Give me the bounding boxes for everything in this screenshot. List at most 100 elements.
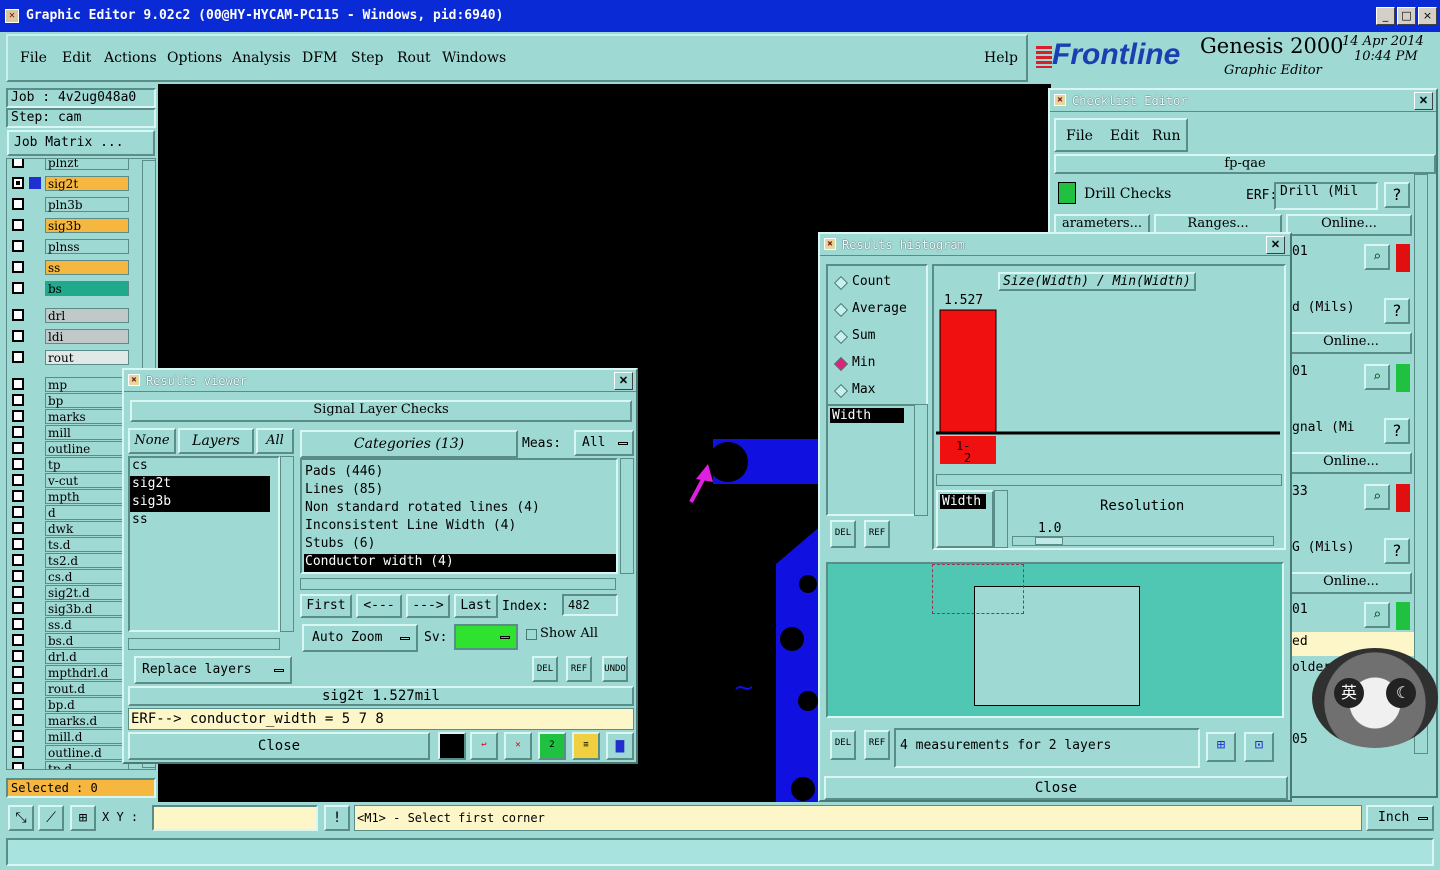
layer-checkbox[interactable] [12, 394, 24, 406]
layer-row-plnss[interactable]: plnss [9, 239, 129, 254]
online-button[interactable]: Online... [1290, 332, 1412, 354]
layer-checkbox[interactable] [12, 618, 24, 630]
layer-checkbox[interactable] [12, 730, 24, 742]
meas-dropdown[interactable]: All [574, 430, 634, 456]
help-icon[interactable]: ? [1384, 538, 1410, 564]
exit-icon[interactable]: ↩ [470, 732, 498, 760]
help-icon[interactable]: ? [1384, 418, 1410, 444]
all-button[interactable]: All [256, 428, 294, 454]
category-list-item[interactable]: Pads (446) [304, 464, 616, 482]
resolution-slider-thumb[interactable] [1035, 537, 1063, 545]
layer-row-tp[interactable]: tp [9, 457, 129, 472]
layer-row-bs.d[interactable]: bs.d [9, 633, 129, 648]
close-window-button[interactable]: × [1418, 7, 1437, 25]
replace-layers-dropdown[interactable]: Replace layers [134, 656, 292, 684]
menu-windows[interactable]: Windows [442, 50, 506, 66]
layer-checkbox[interactable] [12, 746, 24, 758]
layer-checkbox[interactable] [12, 554, 24, 566]
layer-row-ts.d[interactable]: ts.d [9, 537, 129, 552]
layer-row-bs[interactable]: bs [9, 281, 129, 296]
layer-row-marks[interactable]: marks [9, 409, 129, 424]
stat-radio-sum[interactable]: Sum [833, 328, 924, 346]
first-button[interactable]: First [300, 594, 352, 618]
category-list-item[interactable]: Lines (85) [304, 482, 616, 500]
layer-list-item[interactable]: sig3b [130, 494, 270, 512]
job-matrix-button[interactable]: Job Matrix ... [7, 130, 155, 156]
grid-icon[interactable]: ⊞ [70, 805, 96, 831]
layer-checkbox[interactable] [12, 378, 24, 390]
width-list-item[interactable]: Width [830, 408, 904, 423]
highlight-icon[interactable] [438, 732, 466, 760]
resolution-slider[interactable] [1012, 536, 1274, 546]
measure-scrollbar[interactable] [914, 404, 928, 516]
zoom-dropdown[interactable]: Auto Zoom [302, 624, 418, 652]
del-icon[interactable]: DEL [532, 656, 558, 682]
measure-icon[interactable]: ⟋ [38, 805, 64, 831]
categories-listbox[interactable]: Pads (446) Lines (85) Non standard rotated… [300, 458, 618, 574]
zoom-icon[interactable]: ⌕ [1364, 602, 1390, 628]
layer-row-rout.d[interactable]: rout.d [9, 681, 129, 696]
stat-radio-count[interactable]: Count [833, 274, 924, 292]
zoom-icon[interactable]: ⌕ [1364, 484, 1390, 510]
layer-row-tp.d[interactable]: tp.d [9, 761, 129, 769]
layer-checkbox[interactable] [12, 198, 24, 210]
alert-icon[interactable]: ! [324, 805, 350, 831]
layer-checkbox[interactable] [12, 602, 24, 614]
zoom-icon[interactable]: ⌕ [1364, 244, 1390, 270]
histogram-close-button[interactable]: Close [824, 776, 1288, 800]
layer-row-sig3b[interactable]: sig3b [9, 218, 129, 233]
checklist-menu-file[interactable]: File [1066, 128, 1093, 144]
histogram-bar[interactable] [939, 309, 997, 433]
layer-list-item[interactable]: ss [130, 512, 270, 530]
layer-row-mp[interactable]: mp [9, 377, 129, 392]
layer-row-mill.d[interactable]: mill.d [9, 729, 129, 744]
layers-listbox[interactable]: cs sig2t sig3b ss [128, 456, 280, 632]
width-scrollbar[interactable] [994, 490, 1008, 548]
layer-list-item[interactable]: cs [130, 458, 270, 476]
layer-checkbox[interactable] [12, 570, 24, 582]
maximize-button[interactable]: □ [1397, 7, 1416, 25]
prev-button[interactable]: <--- [356, 594, 402, 618]
layer-row-d[interactable]: d [9, 505, 129, 520]
layer-row-ss[interactable]: ss [9, 260, 129, 275]
layer-checkbox[interactable] [12, 159, 24, 168]
minimize-button[interactable]: _ [1376, 7, 1395, 25]
layer-checkbox[interactable] [12, 240, 24, 252]
report-icon[interactable]: ≡ [572, 732, 600, 760]
undo-icon[interactable]: UNDO [602, 656, 628, 682]
layer-checkbox[interactable] [12, 634, 24, 646]
menu-help[interactable]: Help [984, 50, 1018, 66]
moon-icon[interactable]: ☾ [1386, 678, 1416, 708]
help-icon[interactable]: ? [1384, 182, 1410, 208]
menu-step[interactable]: Step [351, 50, 383, 66]
layer-row-ts2.d[interactable]: ts2.d [9, 553, 129, 568]
layer-checkbox[interactable] [12, 261, 24, 273]
layer-checkbox[interactable] [12, 426, 24, 438]
layer-row-sig2t[interactable]: sig2t [9, 176, 129, 191]
measure-listbox[interactable]: Width [826, 404, 916, 516]
category-list-item[interactable]: Inconsistent Line Width (4) [304, 518, 616, 536]
layer-row-drl.d[interactable]: drl.d [9, 649, 129, 664]
layer-checkbox[interactable] [12, 351, 24, 363]
layer-checkbox[interactable] [12, 309, 24, 321]
layer-row-ss.d[interactable]: ss.d [9, 617, 129, 632]
category-list-item[interactable]: Stubs (6) [304, 536, 616, 554]
checklist-menu-run[interactable]: Run [1152, 128, 1181, 144]
layer-checkbox[interactable] [12, 177, 24, 189]
layer-checkbox[interactable] [12, 219, 24, 231]
menu-dfm[interactable]: DFM [302, 50, 337, 66]
online-button[interactable]: Online... [1286, 214, 1412, 236]
results-viewer-close-icon[interactable]: ✕ [614, 372, 633, 390]
layer-row-plnzt[interactable]: plnzt [9, 159, 129, 170]
layer-checkbox[interactable] [12, 282, 24, 294]
layer-checkbox[interactable] [12, 506, 24, 518]
layer-checkbox[interactable] [12, 330, 24, 342]
layer-row-outline.d[interactable]: outline.d [9, 745, 129, 760]
layer-checkbox[interactable] [12, 442, 24, 454]
histogram-close-icon[interactable]: ✕ [1266, 236, 1285, 254]
help-icon[interactable]: ? [1384, 298, 1410, 324]
xy-input[interactable] [152, 805, 318, 831]
layer-checkbox[interactable] [12, 650, 24, 662]
layers-hscrollbar[interactable] [128, 638, 280, 650]
stat-radio-average[interactable]: Average [833, 301, 924, 319]
